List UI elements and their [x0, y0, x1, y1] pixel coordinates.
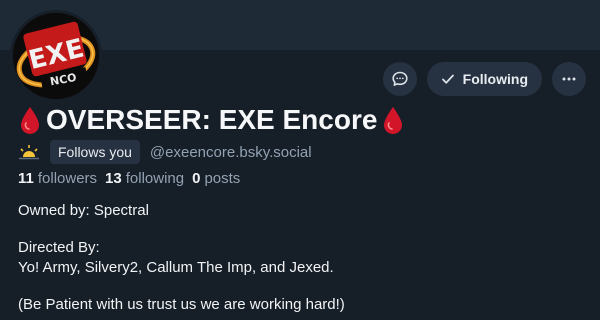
follows-you-badge: Follows you [50, 140, 140, 164]
posts-count: 0 [192, 170, 201, 187]
drop-of-blood-icon [384, 107, 403, 134]
bio-line: Owned by: Spectral [18, 202, 149, 219]
bio-line: (Be Patient with us trust us we are work… [18, 296, 345, 313]
profile-stats: 11 followers 13 following 0 posts [18, 170, 240, 187]
bio-line: Directed By: [18, 239, 100, 256]
display-name: OVERSEER: EXE Encore [46, 104, 378, 135]
profile-bio: Owned by: Spectral Directed By: Yo! Army… [18, 201, 588, 315]
sunrise-icon [19, 145, 39, 160]
display-name-row: OVERSEER: EXE Encore [18, 104, 405, 136]
following-stat[interactable]: 13 following [105, 170, 184, 187]
drop-of-blood-icon [21, 107, 39, 134]
followers-stat[interactable]: 11 followers [18, 170, 97, 187]
following-stat-label: following [125, 170, 185, 187]
avatar[interactable]: EXE NCO [10, 10, 102, 102]
profile-handle[interactable]: @exeencore.bsky.social [150, 144, 312, 161]
following-count: 13 [105, 170, 122, 187]
followers-label: followers [37, 170, 98, 187]
message-button[interactable] [382, 62, 417, 96]
checkmark-icon [441, 74, 454, 84]
following-button[interactable]: Following [426, 62, 542, 96]
bio-line: Yo! Army, Silvery2, Callum The Imp, and … [18, 259, 334, 276]
posts-stat: 0 posts [192, 170, 240, 187]
more-options-button[interactable] [552, 62, 586, 96]
ellipsis-icon [562, 77, 576, 81]
handle-row: Follows you @exeencore.bsky.social [18, 140, 312, 164]
following-label: Following [462, 71, 528, 87]
avatar-logo-image: EXE NCO [13, 13, 99, 99]
chat-bubble-icon [392, 71, 408, 86]
profile-actions: Following [382, 62, 586, 96]
followers-count: 11 [18, 170, 34, 187]
posts-label: posts [204, 170, 241, 187]
